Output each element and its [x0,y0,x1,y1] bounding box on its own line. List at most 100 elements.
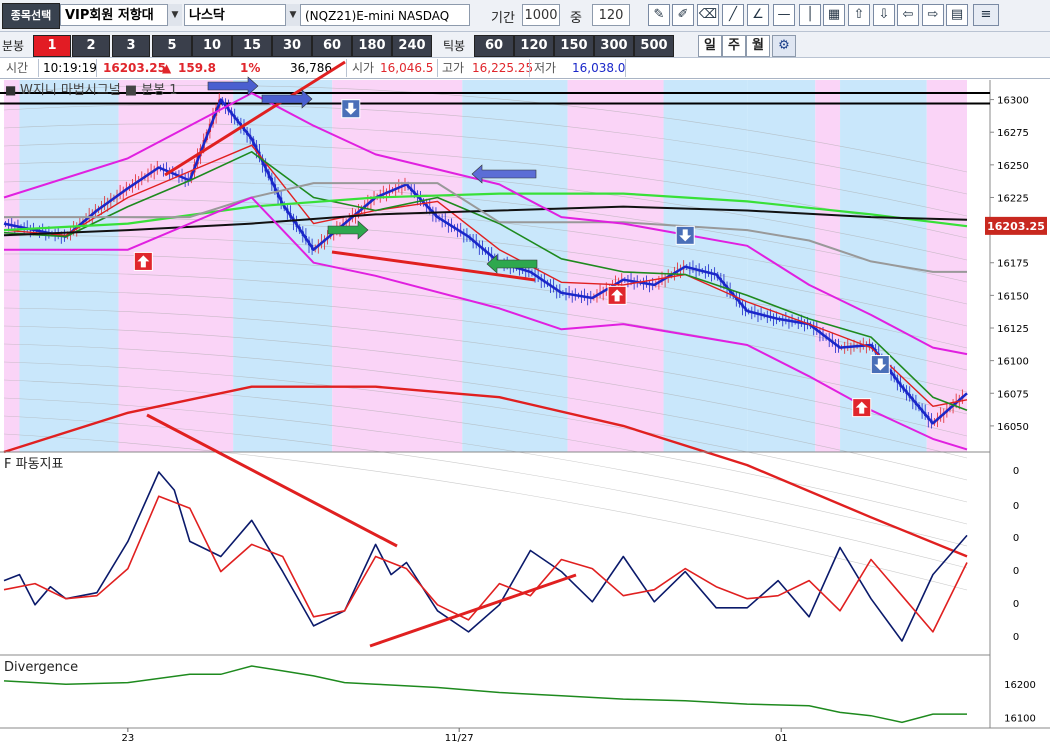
chart-area[interactable]: 16300 16275 16250 16225 16200 16175 16150 16125… [0,0,1050,745]
group-dropdown-label: VIP회원 저항대 [65,8,154,23]
candle-body [790,320,794,322]
minute-240-button[interactable]: 240 [392,35,432,57]
candle-body [153,169,156,172]
candle-body [97,208,100,211]
candle-body [159,167,162,169]
time-zone [462,80,568,452]
group-dropdown[interactable]: VIP회원 저항대 [60,4,182,26]
candle-body [66,234,69,237]
chevron-down-icon[interactable]: ▼ [167,4,182,26]
candle-body [806,323,809,325]
candle-body [713,273,716,275]
time-zone [840,80,927,452]
candle-body [648,283,651,285]
candle-body [372,197,376,201]
candle-body [125,188,128,191]
line-icon[interactable]: ╱ [722,4,744,26]
channel-curve [3,161,968,261]
candle-body [598,292,602,295]
tick-120-button[interactable]: 120 [514,35,554,57]
candle-body [32,229,35,231]
day-button[interactable]: 일 [698,35,722,57]
market-dropdown[interactable]: 나스닥 [184,4,298,26]
tick-500-button[interactable]: 500 [634,35,674,57]
minute-60-button[interactable]: 60 [312,35,352,57]
stock-select-button[interactable]: 종목선택 [2,3,60,29]
settings-icon[interactable]: ⚙ [772,35,796,57]
candle-body [778,318,781,320]
candle-body [261,158,264,165]
tick-300-button[interactable]: 300 [594,35,634,57]
candle-body [859,345,862,347]
chevron-down-icon[interactable]: ▼ [285,4,300,26]
week-button[interactable]: 주 [722,35,746,57]
candle-body [961,395,964,399]
candle-body [896,378,899,383]
tick-150-button[interactable]: 150 [554,35,594,57]
candle-body [106,201,109,204]
candle-body [852,346,856,348]
divider [529,59,530,77]
left-icon[interactable]: ⇦ [897,4,919,26]
candle-body [951,404,955,407]
candle-body [524,270,527,272]
right-icon[interactable]: ⇨ [922,4,944,26]
series-line [3,192,968,232]
candle-body [304,235,308,241]
up-icon[interactable]: ⇧ [848,4,870,26]
candle-body [376,196,379,198]
candle-body [41,231,44,233]
candle-body [502,263,506,265]
candle-body [592,296,595,298]
low-label: 저가 [534,61,557,75]
candle-body [242,126,246,131]
candle-body [23,227,26,229]
minute-label: 분봉 [2,39,25,53]
angle-icon[interactable]: ∠ [747,4,769,26]
tick-60-button[interactable]: 60 [474,35,514,57]
minute-1-button[interactable]: 1 [33,35,71,57]
change-value: 159.8 [178,61,216,75]
candle-body [902,386,905,391]
minute-5-button[interactable]: 5 [152,35,192,57]
note-icon[interactable]: ✐ [672,4,694,26]
hline-icon[interactable]: — [773,4,795,26]
minute-2-button[interactable]: 2 [72,35,110,57]
minute-180-button[interactable]: 180 [352,35,392,57]
eraser-icon[interactable]: ⌫ [697,4,719,26]
candle-body [112,197,116,200]
minute-10-button[interactable]: 10 [192,35,232,57]
candle-body [177,175,181,177]
minute-3-button[interactable]: 3 [112,35,150,57]
color-icon[interactable]: ▦ [823,4,845,26]
report-icon[interactable]: ▤ [946,4,968,26]
candle-body [174,173,177,176]
candle-body [146,173,150,176]
channel-curve [3,142,968,239]
candle-body [385,192,388,194]
candle-body [546,282,549,285]
month-button[interactable]: 월 [746,35,770,57]
candle-body [794,321,797,323]
channel-curve [3,123,968,217]
pencil-icon[interactable]: ✎ [648,4,670,26]
candle-body [205,131,208,141]
candle-body [221,99,224,104]
candle-body [416,194,419,198]
minute-30-button[interactable]: 30 [272,35,312,57]
candle-body [543,280,546,283]
period-input[interactable]: 1000 [522,4,560,26]
menu-icon[interactable]: ≡ [973,4,999,26]
candle-body [676,270,679,273]
vline-icon[interactable]: │ [799,4,821,26]
candle-body [103,203,106,207]
down-icon[interactable]: ⇩ [873,4,895,26]
candle-body [512,266,515,268]
candle-body [47,232,50,234]
symbol-field[interactable]: (NQZ21)E-mini NASDAQ [300,4,470,26]
candle-body [769,316,772,318]
mid-input[interactable]: 120 [592,4,630,26]
trend-line [146,413,398,548]
time-zone [233,80,333,452]
minute-15-button[interactable]: 15 [232,35,272,57]
